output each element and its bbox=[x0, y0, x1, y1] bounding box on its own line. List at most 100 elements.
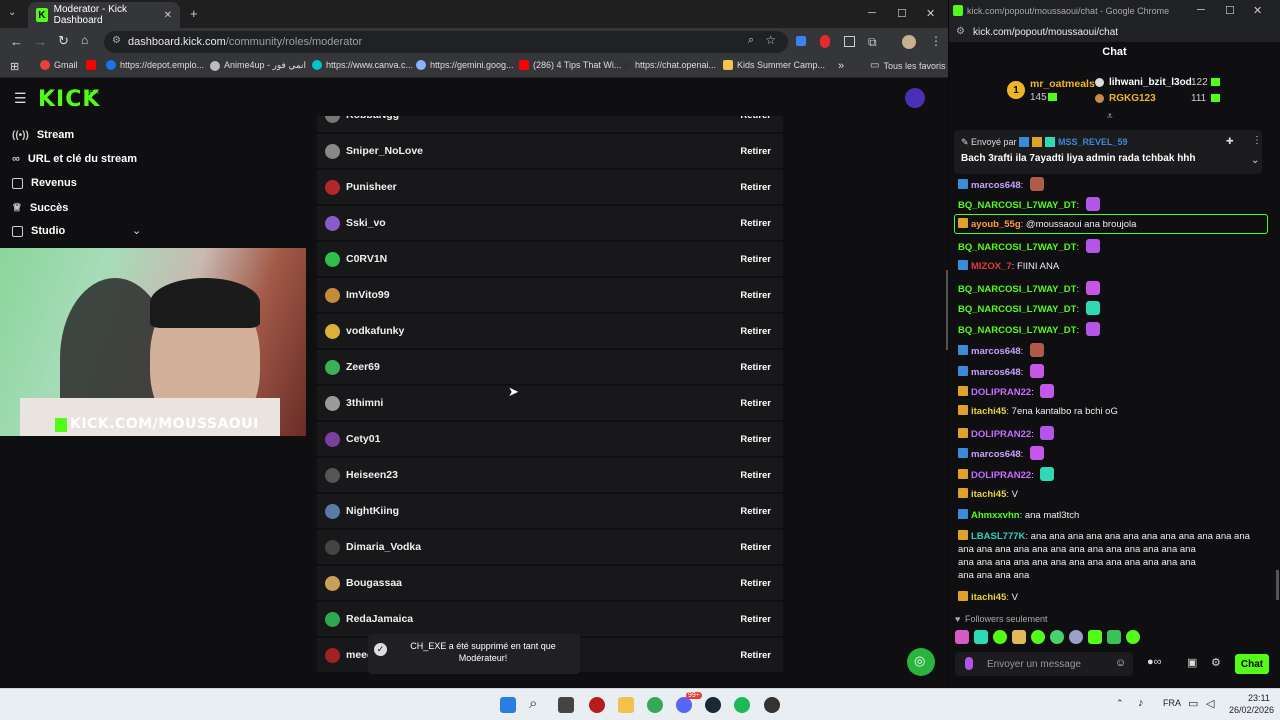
kicks-icon[interactable]: ●∞ bbox=[1147, 656, 1162, 668]
profile-avatar[interactable] bbox=[902, 35, 916, 49]
chat-username[interactable]: DOLIPRAN22 bbox=[971, 387, 1031, 398]
maximize-icon[interactable]: ☐ bbox=[1225, 4, 1235, 17]
emote-icon[interactable] bbox=[1088, 630, 1102, 644]
chat-username[interactable]: itachi45 bbox=[971, 592, 1006, 603]
remove-moderator-button[interactable]: Retirer bbox=[740, 218, 771, 229]
remove-moderator-button[interactable]: Retirer bbox=[740, 254, 771, 265]
volume-icon[interactable]: ◁ bbox=[1206, 697, 1214, 710]
spotify-icon[interactable] bbox=[734, 697, 750, 713]
chat-username[interactable]: marcos648 bbox=[971, 449, 1021, 460]
extensions-puzzle-icon[interactable]: ⧉ bbox=[868, 35, 877, 50]
pinned-author[interactable]: MSS_REVEL_59 bbox=[1058, 137, 1128, 147]
remove-moderator-button[interactable]: Retirer bbox=[740, 542, 771, 553]
file-explorer-icon[interactable] bbox=[618, 697, 634, 713]
emote-icon[interactable] bbox=[1085, 281, 1100, 295]
bookmark-star-icon[interactable]: ☆ bbox=[765, 33, 776, 47]
chat-input[interactable]: Envoyer un message ☺ bbox=[955, 652, 1133, 676]
emote-icon[interactable] bbox=[1040, 384, 1055, 398]
emote-icon[interactable] bbox=[1040, 467, 1055, 481]
remove-moderator-button[interactable]: Retirer bbox=[740, 326, 771, 337]
emote-icon[interactable] bbox=[1107, 630, 1121, 644]
browser-menu-icon[interactable]: ⋮ bbox=[930, 34, 942, 48]
close-window-icon[interactable]: ✕ bbox=[926, 7, 935, 20]
all-bookmarks-folder[interactable]: ▭ Tous les favoris bbox=[870, 60, 945, 71]
clock-date[interactable]: 26/02/2026 bbox=[1229, 705, 1274, 715]
emote-icon[interactable] bbox=[993, 630, 1007, 644]
tab-search-icon[interactable]: ⌄ bbox=[8, 7, 16, 18]
bookmark-item[interactable]: Anime4up - انمي فور bbox=[210, 60, 306, 71]
page-scrollbar[interactable] bbox=[946, 270, 948, 350]
close-tab-icon[interactable]: ✕ bbox=[164, 10, 172, 21]
minimize-icon[interactable]: ─ bbox=[1197, 4, 1205, 16]
remove-moderator-button[interactable]: Retirer bbox=[740, 182, 771, 193]
chat-username[interactable]: itachi45 bbox=[971, 489, 1006, 500]
extension-icon[interactable] bbox=[796, 36, 806, 46]
chat-username[interactable]: BQ_NARCOSI_L7WAY_DT bbox=[958, 242, 1076, 253]
remove-moderator-button[interactable]: Retirer bbox=[740, 506, 771, 517]
obs-icon[interactable] bbox=[764, 697, 780, 713]
microphone-icon[interactable] bbox=[965, 657, 973, 670]
chevron-down-icon[interactable]: ⌄ bbox=[1251, 155, 1259, 166]
remove-moderator-button[interactable]: Retirer bbox=[740, 434, 771, 445]
new-tab-button[interactable]: + bbox=[190, 6, 198, 21]
chat-username[interactable]: DOLIPRAN22 bbox=[971, 470, 1031, 481]
remove-moderator-button[interactable]: Retirer bbox=[740, 650, 771, 661]
emote-icon[interactable] bbox=[1029, 364, 1044, 378]
pinned-menu-icon[interactable]: ⋮ bbox=[1252, 135, 1262, 146]
emote-icon[interactable] bbox=[1069, 630, 1083, 644]
sidebar-item-stream-key[interactable]: ∞ URL et clé du stream bbox=[12, 153, 137, 165]
remove-moderator-button[interactable]: Retirer bbox=[740, 578, 771, 589]
close-window-icon[interactable]: ✕ bbox=[1253, 4, 1262, 17]
emoji-icon[interactable]: ☺ bbox=[1115, 657, 1126, 669]
chat-username[interactable]: BQ_NARCOSI_L7WAY_DT bbox=[958, 284, 1076, 295]
chat-username[interactable]: DOLIPRAN22 bbox=[971, 429, 1031, 440]
remove-moderator-button[interactable]: Retirer bbox=[740, 290, 771, 301]
network-icon[interactable]: ▭ bbox=[1188, 697, 1198, 710]
extension-record-icon[interactable] bbox=[820, 35, 830, 48]
tab-kick-dashboard[interactable]: K Moderator - Kick Dashboard ✕ bbox=[28, 2, 180, 28]
chat-scrollbar[interactable] bbox=[1276, 570, 1279, 600]
leaderboard-name[interactable]: mr_oatmeals bbox=[1030, 78, 1095, 90]
maximize-icon[interactable]: ☐ bbox=[897, 7, 907, 20]
settings-gear-icon[interactable]: ⚙ bbox=[1211, 656, 1221, 669]
task-view-icon[interactable] bbox=[558, 697, 574, 713]
forward-icon[interactable]: → bbox=[34, 34, 47, 49]
support-chat-button[interactable]: ◎ bbox=[907, 648, 935, 676]
chat-username[interactable]: BQ_NARCOSI_L7WAY_DT bbox=[958, 325, 1076, 336]
sidebar-item-achievements[interactable]: ♕ Succès bbox=[12, 201, 68, 215]
filter-icon[interactable]: ⩡ bbox=[1107, 111, 1113, 122]
store-icon[interactable]: ▣ bbox=[1187, 656, 1197, 669]
apps-grid-icon[interactable]: ⊞ bbox=[10, 60, 19, 73]
emote-icon[interactable] bbox=[1085, 301, 1100, 315]
microphone-tray-icon[interactable]: ♪ bbox=[1138, 697, 1144, 709]
home-icon[interactable]: ⌂ bbox=[81, 33, 88, 47]
user-avatar[interactable] bbox=[905, 88, 925, 108]
hamburger-menu-icon[interactable]: ☰ bbox=[14, 90, 27, 107]
chat-username[interactable]: BQ_NARCOSI_L7WAY_DT bbox=[958, 200, 1076, 211]
emote-icon[interactable] bbox=[1085, 197, 1100, 211]
chevron-down-icon[interactable]: ⌄ bbox=[132, 224, 141, 237]
emote-icon[interactable] bbox=[1029, 177, 1044, 191]
emote-icon[interactable] bbox=[1085, 239, 1100, 253]
emote-icon[interactable] bbox=[1126, 630, 1140, 644]
unpin-icon[interactable]: ✚ bbox=[1226, 136, 1234, 147]
chat-username[interactable]: marcos648 bbox=[971, 180, 1021, 191]
reload-icon[interactable]: ↻ bbox=[58, 33, 69, 49]
chat-username[interactable]: BQ_NARCOSI_L7WAY_DT bbox=[958, 304, 1076, 315]
leaderboard-name[interactable]: lihwani_bzit_l3od bbox=[1109, 77, 1192, 88]
send-chat-button[interactable]: Chat bbox=[1235, 654, 1269, 674]
chrome-icon[interactable] bbox=[647, 697, 663, 713]
more-bookmarks-button[interactable]: » bbox=[838, 60, 844, 72]
emote-icon[interactable] bbox=[955, 630, 969, 644]
emote-icon[interactable] bbox=[974, 630, 988, 644]
emote-icon[interactable] bbox=[1031, 630, 1045, 644]
search-icon[interactable]: ⌕ bbox=[529, 695, 537, 712]
sidebar-item-stream[interactable]: ((•)) Stream bbox=[12, 129, 74, 141]
bookmark-item[interactable]: https://depot.emplo... bbox=[106, 60, 204, 70]
chat-username[interactable]: marcos648 bbox=[971, 346, 1021, 357]
zoom-icon[interactable]: ⌕ bbox=[748, 34, 754, 47]
bookmark-item[interactable]: (286) 4 Tips That Wi... bbox=[519, 60, 621, 70]
chat-username[interactable]: Ahmxxvhn bbox=[971, 510, 1020, 521]
chat-username[interactable]: marcos648 bbox=[971, 367, 1021, 378]
site-info-icon[interactable]: ⚙ bbox=[956, 26, 965, 37]
